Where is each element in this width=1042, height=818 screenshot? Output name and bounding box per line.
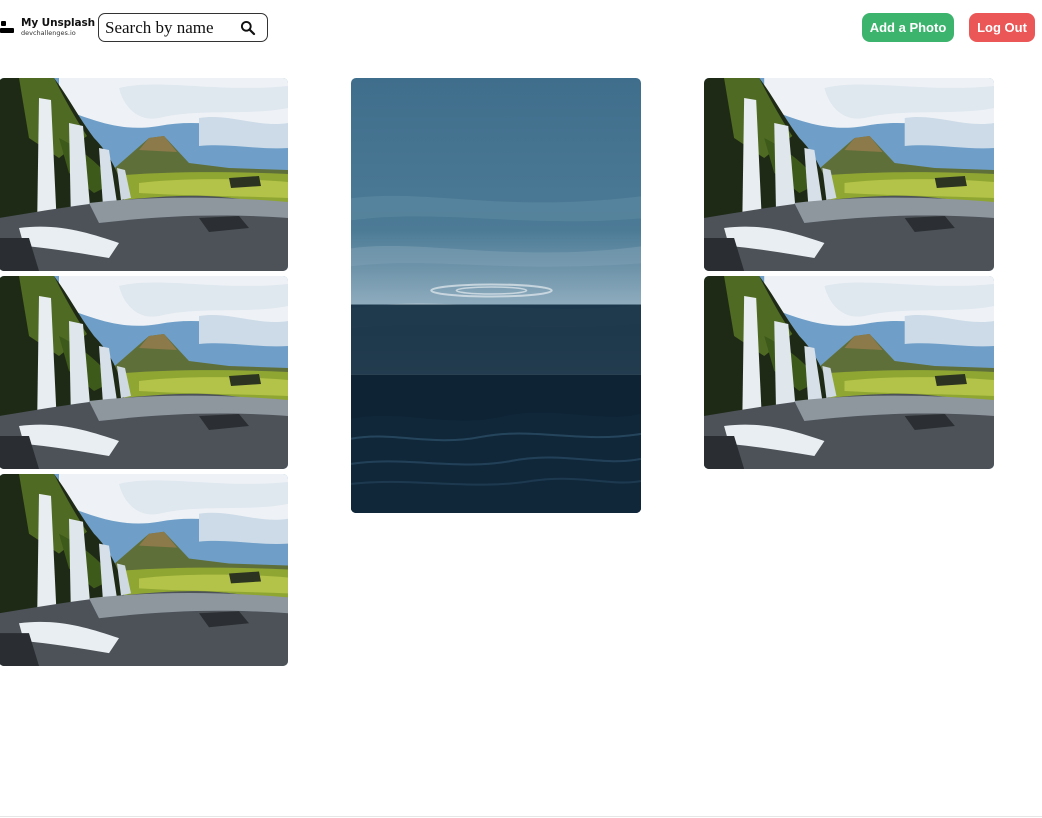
search-input[interactable] bbox=[105, 17, 235, 39]
add-photo-button[interactable]: Add a Photo bbox=[862, 13, 954, 42]
photo-image bbox=[704, 276, 994, 469]
logo-icon bbox=[0, 16, 16, 40]
photo-image bbox=[351, 78, 641, 513]
gallery-photo-waterfall[interactable] bbox=[704, 276, 994, 469]
photo-image bbox=[0, 78, 288, 271]
gallery-photo-waterfall[interactable] bbox=[0, 78, 288, 271]
gallery-photo-waterfall[interactable] bbox=[704, 78, 994, 271]
gallery-photo-waterfall[interactable] bbox=[0, 474, 288, 666]
search-box[interactable] bbox=[98, 13, 268, 42]
logo-subtitle: devchallenges.io bbox=[21, 29, 76, 37]
gallery-photo-waterfall[interactable] bbox=[0, 276, 288, 469]
logo-title: My Unsplash bbox=[21, 17, 96, 29]
search-icon[interactable] bbox=[240, 20, 256, 36]
logo[interactable]: My Unsplash devchallenges.io bbox=[0, 16, 96, 40]
photo-image bbox=[0, 276, 288, 469]
footer-divider bbox=[0, 816, 1042, 817]
log-out-button[interactable]: Log Out bbox=[969, 13, 1035, 42]
photo-image bbox=[0, 474, 288, 666]
photo-image bbox=[704, 78, 994, 271]
gallery-photo-ocean[interactable] bbox=[351, 78, 641, 513]
